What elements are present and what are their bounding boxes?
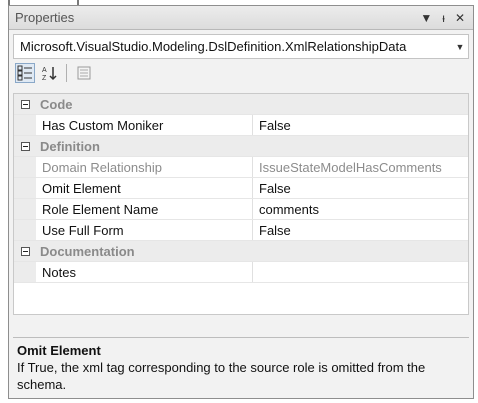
property-row-domain-relationship[interactable]: Domain Relationship IssueStateModelHasCo…	[14, 157, 468, 178]
property-value[interactable]: False	[253, 115, 468, 135]
property-grid: Code Has Custom Moniker False Definition…	[13, 93, 469, 315]
property-value: IssueStateModelHasComments	[259, 159, 442, 175]
category-row-documentation[interactable]: Documentation	[14, 241, 468, 262]
category-row-code[interactable]: Code	[14, 94, 468, 115]
object-selector-dropdown[interactable]: Microsoft.VisualStudio.Modeling.DslDefin…	[13, 34, 469, 59]
close-icon[interactable]: ✕	[455, 12, 465, 24]
property-row-notes[interactable]: Notes	[14, 262, 468, 283]
pin-icon[interactable]: ᵼ	[442, 12, 445, 24]
property-row-omit-element[interactable]: Omit Element False	[14, 178, 468, 199]
toolbar-separator	[66, 64, 67, 82]
properties-window: Properties ▼ ᵼ ✕ Microsoft.VisualStudio.…	[8, 5, 474, 399]
window-title: Properties	[15, 10, 75, 25]
property-name: Domain Relationship	[36, 157, 253, 177]
categorized-button[interactable]	[15, 63, 35, 83]
chevron-down-icon[interactable]: ▼	[452, 42, 468, 52]
property-name: Role Element Name	[36, 199, 253, 219]
property-row-use-full-form[interactable]: Use Full Form False	[14, 220, 468, 241]
property-value[interactable]: comments	[253, 199, 468, 219]
property-value[interactable]	[253, 262, 468, 282]
selected-object: Microsoft.VisualStudio.Modeling.DslDefin…	[20, 39, 407, 54]
collapse-icon[interactable]	[14, 241, 36, 261]
property-pages-icon	[77, 66, 91, 80]
property-row-has-custom-moniker[interactable]: Has Custom Moniker False	[14, 115, 468, 136]
collapse-icon[interactable]	[14, 94, 36, 114]
properties-toolbar: A Z	[9, 59, 473, 87]
categorized-icon	[17, 65, 32, 81]
property-pages-button[interactable]	[74, 63, 94, 83]
description-pane: Omit Element If True, the xml tag corres…	[13, 337, 469, 395]
collapse-icon[interactable]	[14, 136, 36, 156]
property-row-role-element-name[interactable]: Role Element Name comments	[14, 199, 468, 220]
category-label: Definition	[40, 138, 100, 154]
property-name: Omit Element	[36, 178, 253, 198]
svg-text:Z: Z	[42, 75, 47, 81]
property-value[interactable]: False	[253, 178, 468, 198]
category-label: Documentation	[40, 243, 135, 259]
dropdown-arrow-icon[interactable]: ▼	[420, 12, 432, 24]
property-name: Notes	[36, 262, 253, 282]
description-text: If True, the xml tag corresponding to th…	[17, 360, 426, 392]
svg-text:A: A	[42, 67, 47, 74]
category-row-definition[interactable]: Definition	[14, 136, 468, 157]
property-name: Use Full Form	[36, 220, 253, 240]
category-label: Code	[40, 96, 73, 112]
property-name: Has Custom Moniker	[36, 115, 253, 135]
property-value[interactable]: False	[253, 220, 468, 240]
alphabetical-button[interactable]: A Z	[39, 63, 59, 83]
alphabetical-icon: A Z	[42, 67, 57, 81]
window-title-bar[interactable]: Properties ▼ ᵼ ✕	[9, 6, 473, 30]
description-title: Omit Element	[17, 343, 101, 358]
